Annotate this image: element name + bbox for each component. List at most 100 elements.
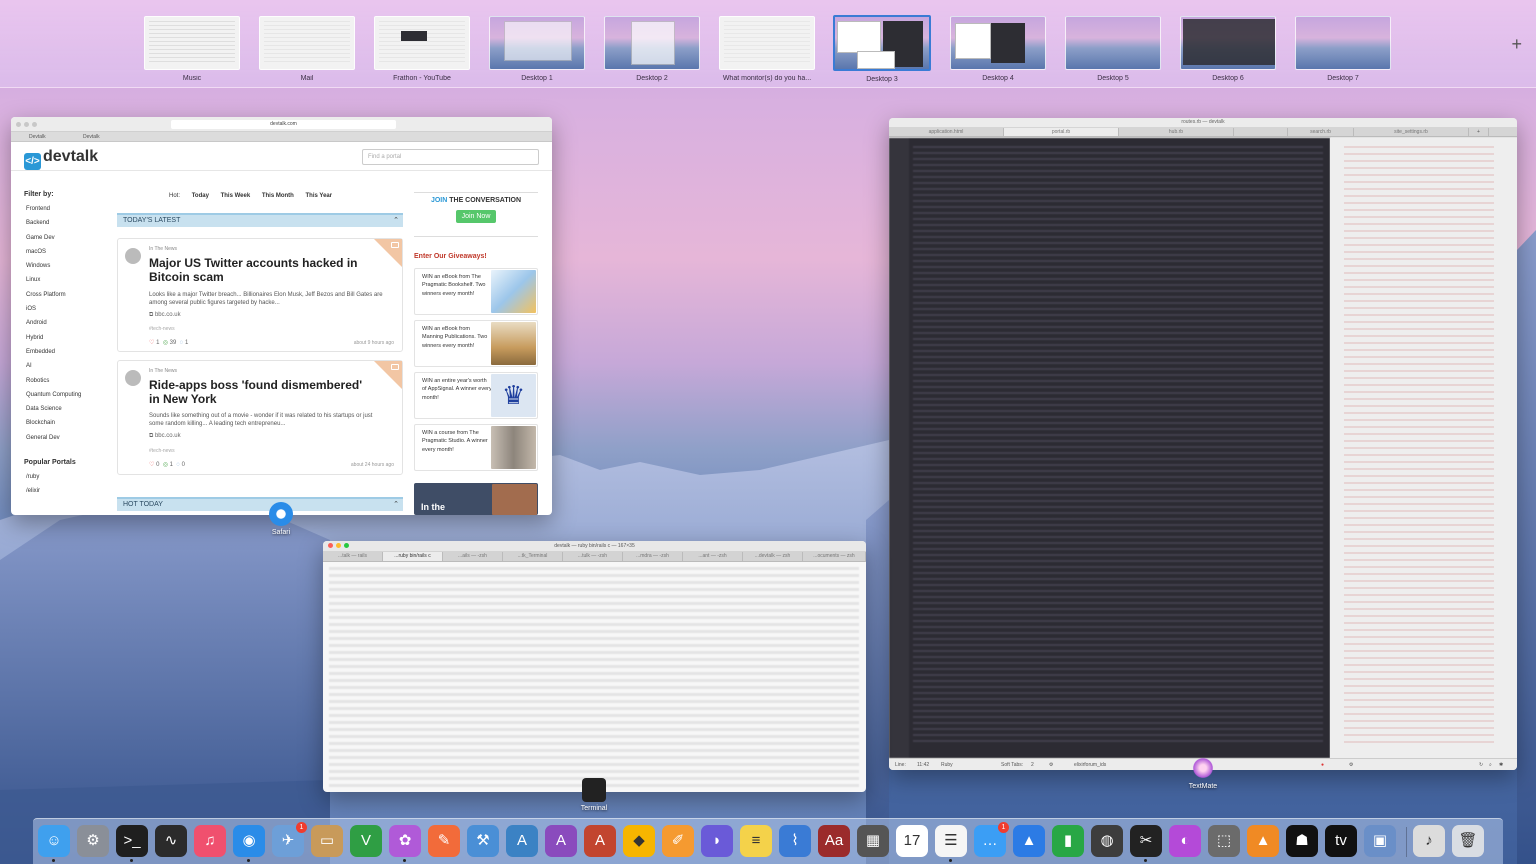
code-editor[interactable]: [889, 138, 1330, 758]
calendar-icon[interactable]: 17: [896, 825, 928, 857]
post-source-link[interactable]: ⧉ bbc.co.uk: [149, 312, 181, 319]
space-mail[interactable]: Mail: [258, 16, 356, 82]
soft-tabs-label[interactable]: Soft Tabs:: [1001, 762, 1023, 768]
dictionary-icon[interactable]: Aa: [818, 825, 850, 857]
portal-link[interactable]: /ruby: [24, 474, 114, 488]
terminal-tab[interactable]: ...devtalk — zsh: [743, 552, 803, 561]
post-category[interactable]: In The News: [149, 246, 177, 252]
post-tag[interactable]: #tech-news: [149, 448, 175, 454]
add-space-button[interactable]: +: [1511, 34, 1522, 55]
cursor-position[interactable]: 11:42: [917, 762, 929, 768]
add-tab-icon[interactable]: +: [1469, 128, 1489, 136]
filter-item[interactable]: Embedded: [24, 349, 114, 363]
portal-search-input[interactable]: Find a portal: [362, 149, 539, 165]
textmate-icon[interactable]: ✿: [389, 825, 421, 857]
filter-item[interactable]: AI: [24, 363, 114, 377]
giveaway-card[interactable]: WIN a course from The Pragmatic Studio. …: [414, 424, 538, 471]
post-source-link[interactable]: ⧉ bbc.co.uk: [149, 433, 181, 440]
hot-today-header[interactable]: HOT TODAY ⌃: [117, 497, 403, 511]
numbers-icon[interactable]: ▮: [1052, 825, 1084, 857]
affinity-photo-icon[interactable]: A: [545, 825, 577, 857]
music-stack-icon[interactable]: ♪: [1413, 825, 1445, 857]
messages-icon[interactable]: … 1: [974, 822, 1009, 857]
finder-icon[interactable]: ☺: [38, 825, 70, 857]
terminal-output[interactable]: [329, 567, 859, 787]
record-macro-icon[interactable]: ●: [1321, 762, 1324, 768]
filter-item[interactable]: Backend: [24, 220, 114, 234]
giveaway-card[interactable]: WIN an entire year's worth of AppSignal.…: [414, 372, 538, 419]
post-card[interactable]: In The News Major US Twitter accounts ha…: [117, 238, 403, 352]
vim-icon[interactable]: V: [350, 825, 382, 857]
safari-window[interactable]: devtalk.com Devtalk Devtalk </> devtalk F…: [11, 117, 552, 515]
final-cut-pro-icon[interactable]: ✂: [1130, 825, 1162, 857]
sketch-icon[interactable]: ◆: [623, 825, 655, 857]
apple-tv-icon[interactable]: tv: [1325, 825, 1357, 857]
space-desktop-7[interactable]: Desktop 7: [1294, 16, 1392, 82]
settings-icon[interactable]: ✱: [1499, 762, 1503, 768]
xcode-tools-icon[interactable]: ⚒: [467, 825, 499, 857]
safari-icon[interactable]: ◉: [233, 825, 265, 857]
tab-devtalk[interactable]: Devtalk: [23, 133, 46, 141]
comment-icon[interactable]: ◌: [180, 340, 184, 346]
space-desktop-1[interactable]: Desktop 1: [488, 16, 586, 82]
address-bar[interactable]: devtalk.com: [171, 120, 396, 129]
terminal-window[interactable]: devtalk — ruby bin/rails c — 167×35 ...t…: [323, 541, 866, 792]
filter-item[interactable]: macOS: [24, 249, 114, 263]
pixelmator-icon[interactable]: ⌇: [779, 825, 811, 857]
terminal-tab[interactable]: ...tk_Terminal: [503, 552, 563, 561]
minimize-button[interactable]: [336, 543, 341, 548]
notes-icon[interactable]: ≡: [740, 825, 772, 857]
hot-today[interactable]: Today: [192, 193, 209, 199]
activity-monitor-icon[interactable]: ∿: [155, 825, 187, 857]
space-desktop-6[interactable]: Desktop 6: [1179, 16, 1277, 82]
giveaway-card[interactable]: WIN an eBook from Manning Publications. …: [414, 320, 538, 367]
heart-icon[interactable]: ♡: [149, 340, 154, 346]
system-preferences-icon[interactable]: ⚙: [77, 825, 109, 857]
hot-this-year[interactable]: This Year: [306, 193, 333, 199]
mail-bird-icon[interactable]: ✈ 1: [272, 822, 307, 857]
search-icon[interactable]: ⌕: [1489, 762, 1492, 768]
space-monitor-question[interactable]: What monitor(s) do you ha...: [718, 16, 816, 82]
filter-item[interactable]: Android: [24, 320, 114, 334]
affinity-publisher-icon[interactable]: A: [584, 825, 616, 857]
editor-tab[interactable]: [1234, 128, 1288, 136]
filter-item[interactable]: Blockchain: [24, 420, 114, 434]
tab-devtalk[interactable]: Devtalk: [77, 133, 100, 141]
textmate-window[interactable]: routes.rb — devtalk application.html por…: [889, 118, 1517, 770]
file-browser-drawer[interactable]: [1330, 138, 1517, 758]
affinity-designer-icon[interactable]: A: [506, 825, 538, 857]
giveaway-card[interactable]: WIN an eBook from The Pragmatic Bookshel…: [414, 268, 538, 315]
pages-icon[interactable]: ✐: [662, 825, 694, 857]
terminal-tab[interactable]: ...talk — rails: [323, 552, 383, 561]
terminal-tab[interactable]: ...ruby bin/rails c: [383, 552, 443, 561]
close-button[interactable]: [328, 543, 333, 548]
terminal-tab[interactable]: ...ocuments — zsh: [803, 552, 866, 561]
terminal-tab[interactable]: ...mdra — -zsh: [623, 552, 683, 561]
filter-item[interactable]: Robotics: [24, 378, 114, 392]
filter-item[interactable]: Cross Platform: [24, 292, 114, 306]
refresh-icon[interactable]: ↻: [1479, 762, 1483, 768]
keynote-icon[interactable]: ▲: [1013, 825, 1045, 857]
disk-utility-icon[interactable]: ◍: [1091, 825, 1123, 857]
editor-tab[interactable]: application.html: [889, 128, 1004, 136]
nova-icon[interactable]: ◗: [701, 825, 733, 857]
gear-icon[interactable]: ⚙: [1049, 762, 1053, 768]
terminal-tab[interactable]: ...ails — -zsh: [443, 552, 503, 561]
editor-tab[interactable]: search.rb: [1288, 128, 1354, 136]
zoom-button[interactable]: [344, 543, 349, 548]
hot-this-week[interactable]: This Week: [221, 193, 251, 199]
motion-icon[interactable]: ◐: [1169, 825, 1201, 857]
terminal-icon[interactable]: >_: [116, 825, 148, 857]
vlc-icon[interactable]: ▲: [1247, 825, 1279, 857]
filter-item[interactable]: Quantum Computing: [24, 392, 114, 406]
portal-link[interactable]: /elixir: [24, 488, 114, 502]
post-title[interactable]: Ride-apps boss 'found dismembered' in Ne…: [149, 378, 374, 406]
compressor-icon[interactable]: ⬚: [1208, 825, 1240, 857]
todays-latest-header[interactable]: TODAY'S LATEST ⌃: [117, 213, 403, 227]
reminders-icon[interactable]: ☰: [935, 825, 967, 857]
kindle-icon[interactable]: ☗: [1286, 825, 1318, 857]
space-desktop-2[interactable]: Desktop 2: [603, 16, 701, 82]
filter-item[interactable]: Hybrid: [24, 335, 114, 349]
heart-icon[interactable]: ♡: [149, 462, 154, 468]
post-card[interactable]: In The News Ride-apps boss 'found dismem…: [117, 360, 403, 475]
